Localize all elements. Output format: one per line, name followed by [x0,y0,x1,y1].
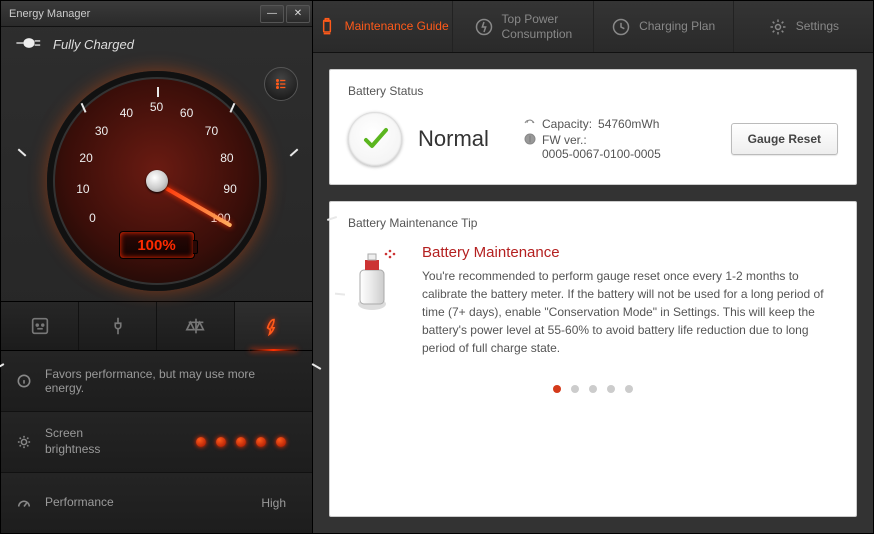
battery-meta: Capacity: 54760mWh i FW ver.: 0005-0067-… [524,115,715,163]
pager-dot-4[interactable] [607,385,615,393]
mode-tab-balanced[interactable] [157,302,235,350]
left-panel: Energy Manager — ✕ Fully Charged 100% 01… [1,1,313,533]
mode-tab-performance[interactable] [235,302,312,350]
gauge-area: 100% 0102030405060708090100 [1,61,312,301]
status-check-icon [348,112,402,166]
performance-row[interactable]: Performance High [1,473,312,533]
nav-maintenance-guide[interactable]: Maintenance Guide [313,1,453,52]
close-button[interactable]: ✕ [286,5,310,23]
tip-title: Battery Maintenance [422,244,838,261]
battery-tip-heading: Battery Maintenance Tip [348,216,838,230]
battery-status-card: Battery Status Normal Capacity: 54760mWh… [329,69,857,185]
charge-status-row: Fully Charged [1,27,312,61]
minimize-button[interactable]: — [260,5,284,23]
gauge-menu-button[interactable] [264,67,298,101]
mode-tab-smart[interactable] [1,302,79,350]
battery-status-heading: Battery Status [348,84,838,98]
brightness-dots [135,437,296,447]
pager-dot-2[interactable] [571,385,579,393]
brightness-label: Screen brightness [45,426,135,457]
pager-dot-5[interactable] [625,385,633,393]
gauge-reset-button[interactable]: Gauge Reset [731,123,838,155]
info-icon [17,374,35,388]
nav-settings[interactable]: Settings [734,1,873,52]
performance-value: High [135,496,296,510]
performance-label: Performance [45,495,135,511]
mode-description-row: Favors performance, but may use more ene… [1,351,312,412]
battery-tip-card: Battery Maintenance Tip Batter [329,201,857,517]
tip-body-text: You're recommended to perform gauge rese… [422,267,838,357]
top-nav: Maintenance Guide Top Power Consumption … [313,1,873,53]
nav-charging-plan[interactable]: Charging Plan [594,1,734,52]
spray-can-icon [348,244,402,357]
pager-dot-3[interactable] [589,385,597,393]
titlebar: Energy Manager — ✕ [1,1,312,27]
mode-tab-conservation[interactable] [79,302,157,350]
battery-percent-badge: 100% [119,231,195,259]
nav-top-power[interactable]: Top Power Consumption [453,1,593,52]
right-panel: Maintenance Guide Top Power Consumption … [313,1,873,533]
brightness-icon [17,435,35,449]
performance-icon [17,496,35,510]
mode-tabbar [1,301,312,351]
content-area: Battery Status Normal Capacity: 54760mWh… [313,53,873,533]
svg-text:i: i [529,135,531,144]
battery-gauge: 100% 0102030405060708090100 [47,71,267,291]
mode-description-text: Favors performance, but may use more ene… [45,367,296,395]
plug-icon [15,35,53,54]
app-title: Energy Manager [9,8,90,20]
mode-info-list: Favors performance, but may use more ene… [1,351,312,533]
tip-pager [348,385,838,393]
charge-status-text: Fully Charged [53,37,134,52]
battery-state-text: Normal [418,126,508,152]
brightness-row[interactable]: Screen brightness [1,412,312,473]
pager-dot-1[interactable] [553,385,561,393]
